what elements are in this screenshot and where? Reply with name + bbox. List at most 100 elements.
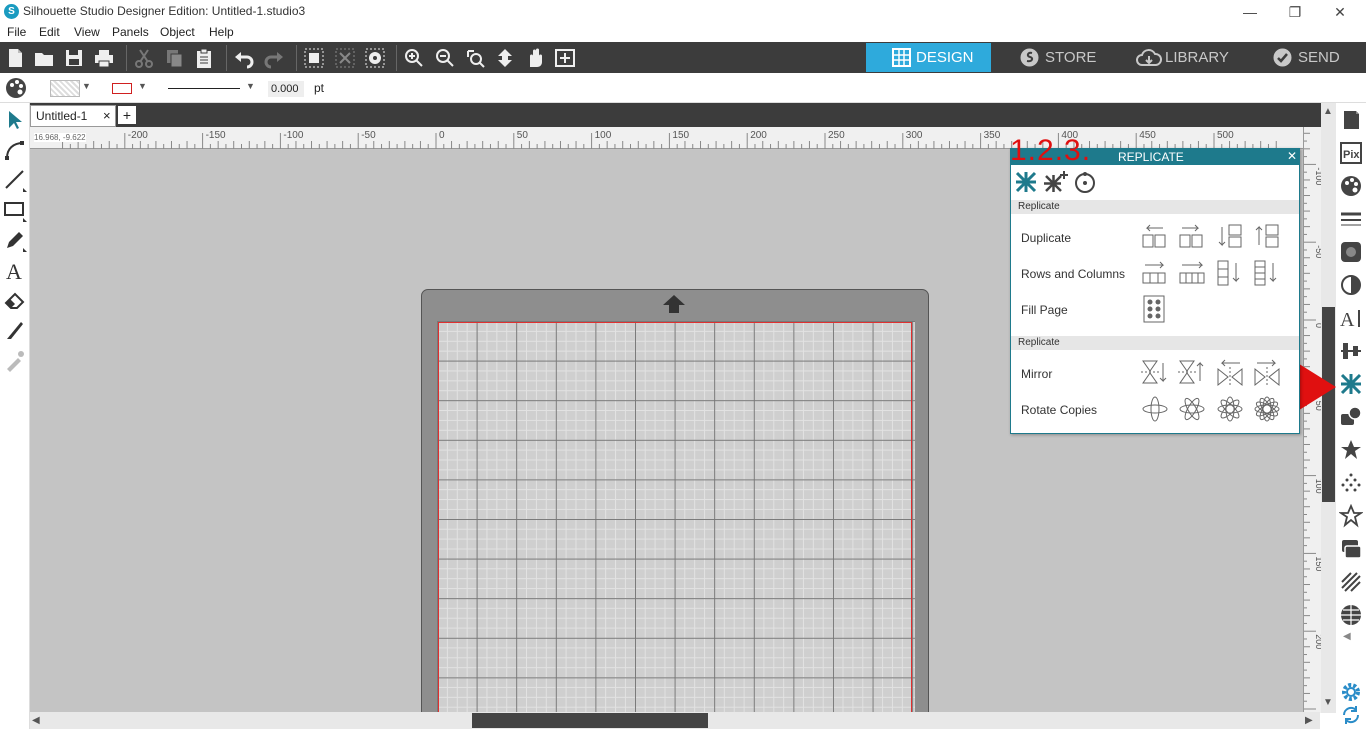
menu-edit[interactable]: Edit xyxy=(39,25,60,39)
replicate-panel: REPLICATE ✕ Replicate Duplicate Rows and… xyxy=(1010,148,1300,434)
zoom-out-icon[interactable] xyxy=(434,47,456,69)
edit-points-icon[interactable] xyxy=(3,138,27,162)
sketch-hatch-icon[interactable] xyxy=(1339,570,1363,594)
rotate-three-copies-icon[interactable] xyxy=(1178,395,1206,423)
offset-star-icon[interactable] xyxy=(1339,438,1363,462)
close-panel-icon[interactable]: ✕ xyxy=(1287,149,1297,163)
close-tab-icon[interactable]: × xyxy=(103,108,111,123)
line-style-preview[interactable] xyxy=(168,88,240,89)
replicate-advanced-tab-icon[interactable] xyxy=(1042,169,1068,195)
open-folder-icon[interactable] xyxy=(33,47,55,69)
scroll-up-icon[interactable]: ▲ xyxy=(1323,106,1333,117)
line-width-input[interactable]: 0.000 xyxy=(268,81,304,97)
fill-dropdown-chevron-icon[interactable]: ▼ xyxy=(82,81,91,91)
collapse-panel-icon[interactable]: ◀ xyxy=(1343,631,1357,655)
duplicate-left-icon[interactable] xyxy=(1141,223,1169,251)
trace-icon[interactable] xyxy=(1339,471,1363,495)
duplicate-above-icon[interactable] xyxy=(1253,223,1281,251)
copy-icon[interactable] xyxy=(163,47,185,69)
rotate-six-copies-icon[interactable] xyxy=(1253,395,1281,423)
row-of-four-icon[interactable] xyxy=(1178,259,1206,287)
menu-object[interactable]: Object xyxy=(160,25,195,39)
pixscan-icon[interactable]: Pix xyxy=(1339,141,1363,165)
cut-icon[interactable] xyxy=(133,47,155,69)
fill-palette-icon[interactable] xyxy=(5,77,27,99)
column-of-three-icon[interactable] xyxy=(1216,259,1244,287)
group-icon[interactable] xyxy=(303,47,325,69)
replicate-icon[interactable] xyxy=(1339,372,1363,396)
undo-icon[interactable] xyxy=(233,47,255,69)
line-tool-icon[interactable] xyxy=(3,168,27,192)
menu-view[interactable]: View xyxy=(74,25,100,39)
duplicate-right-icon[interactable] xyxy=(1178,223,1206,251)
document-tab[interactable]: Untitled-1 × xyxy=(30,105,116,127)
menu-help[interactable]: Help xyxy=(209,25,234,39)
mat-grid xyxy=(437,321,915,713)
zoom-in-icon[interactable] xyxy=(403,47,425,69)
restore-button[interactable]: ❐ xyxy=(1273,2,1317,22)
line-style-chevron-icon[interactable]: ▼ xyxy=(246,81,255,91)
make-compound-path-icon[interactable] xyxy=(364,47,386,69)
image-effects-icon[interactable] xyxy=(1339,273,1363,297)
mirror-left-icon[interactable] xyxy=(1216,359,1244,387)
align-icon[interactable] xyxy=(1339,339,1363,363)
mirror-above-icon[interactable] xyxy=(1178,359,1206,387)
page-setup-icon[interactable] xyxy=(1339,108,1363,132)
eraser-tool-icon[interactable] xyxy=(3,288,27,312)
zoom-select-icon[interactable] xyxy=(464,47,486,69)
mirror-right-icon[interactable] xyxy=(1253,359,1281,387)
duplicate-below-icon[interactable] xyxy=(1216,223,1244,251)
pencil-tool-icon[interactable] xyxy=(3,228,27,252)
row-of-three-icon[interactable] xyxy=(1141,259,1169,287)
layers-icon[interactable] xyxy=(1339,537,1363,561)
rectangle-tool-icon[interactable] xyxy=(3,198,27,222)
sketch-star-outline-icon[interactable] xyxy=(1339,504,1363,528)
new-document-icon[interactable] xyxy=(4,47,26,69)
minimize-button[interactable]: — xyxy=(1228,2,1272,22)
select-arrow-icon[interactable] xyxy=(3,108,27,132)
close-window-button[interactable]: ✕ xyxy=(1318,2,1362,22)
horizontal-scroll-thumb[interactable] xyxy=(472,713,708,728)
tab-design[interactable]: DESIGN xyxy=(866,43,991,72)
replicate-tab-icon[interactable] xyxy=(1013,169,1039,195)
ungroup-icon[interactable] xyxy=(334,47,356,69)
settings-gear-icon[interactable] xyxy=(1339,680,1363,704)
tab-library[interactable]: LIBRARY xyxy=(1136,43,1246,72)
horizontal-scrollbar[interactable]: ◀ ▶ xyxy=(30,712,1320,729)
line-color-chevron-icon[interactable]: ▼ xyxy=(138,81,147,91)
save-icon[interactable] xyxy=(63,47,85,69)
text-tool-icon[interactable]: A xyxy=(3,258,27,282)
paste-icon[interactable] xyxy=(193,47,215,69)
fill-color-palette-icon[interactable] xyxy=(1339,174,1363,198)
tab-send[interactable]: SEND xyxy=(1273,43,1363,72)
redo-icon[interactable] xyxy=(263,47,285,69)
fit-to-page-icon[interactable] xyxy=(494,47,516,69)
fill-pattern-icon[interactable] xyxy=(1339,240,1363,264)
column-of-four-icon[interactable] xyxy=(1253,259,1281,287)
zoom-to-fit-icon[interactable] xyxy=(554,47,576,69)
tab-store[interactable]: STORE xyxy=(1020,43,1120,72)
fill-page-icon[interactable] xyxy=(1141,295,1169,323)
library-globe-icon[interactable] xyxy=(1339,603,1363,627)
menu-file[interactable]: File xyxy=(7,25,26,39)
scroll-right-icon[interactable]: ▶ xyxy=(1305,715,1313,726)
fill-pattern-swatch[interactable] xyxy=(50,80,80,97)
pan-hand-icon[interactable] xyxy=(524,47,546,69)
horizontal-ruler: -200 -150 -100 -50 0 50 100 150 200 250 300 350 400 4… xyxy=(30,127,1336,149)
rotate-copies-tab-icon[interactable] xyxy=(1072,169,1098,195)
print-icon[interactable] xyxy=(93,47,115,69)
line-color-swatch[interactable] xyxy=(112,83,132,94)
menu-panels[interactable]: Panels xyxy=(112,25,149,39)
sync-icon[interactable] xyxy=(1339,703,1363,727)
line-style-icon[interactable] xyxy=(1339,207,1363,231)
rotate-two-copies-icon[interactable] xyxy=(1141,395,1169,423)
scroll-down-icon[interactable]: ▼ xyxy=(1323,697,1333,708)
modify-icon[interactable] xyxy=(1339,405,1363,429)
eyedropper-tool-icon[interactable] xyxy=(3,348,27,372)
rotate-four-copies-icon[interactable] xyxy=(1216,395,1244,423)
mirror-below-icon[interactable] xyxy=(1141,359,1169,387)
text-style-icon[interactable]: A xyxy=(1339,306,1363,330)
knife-tool-icon[interactable] xyxy=(3,318,27,342)
add-tab-button[interactable]: + xyxy=(118,106,136,124)
scroll-left-icon[interactable]: ◀ xyxy=(32,715,40,726)
